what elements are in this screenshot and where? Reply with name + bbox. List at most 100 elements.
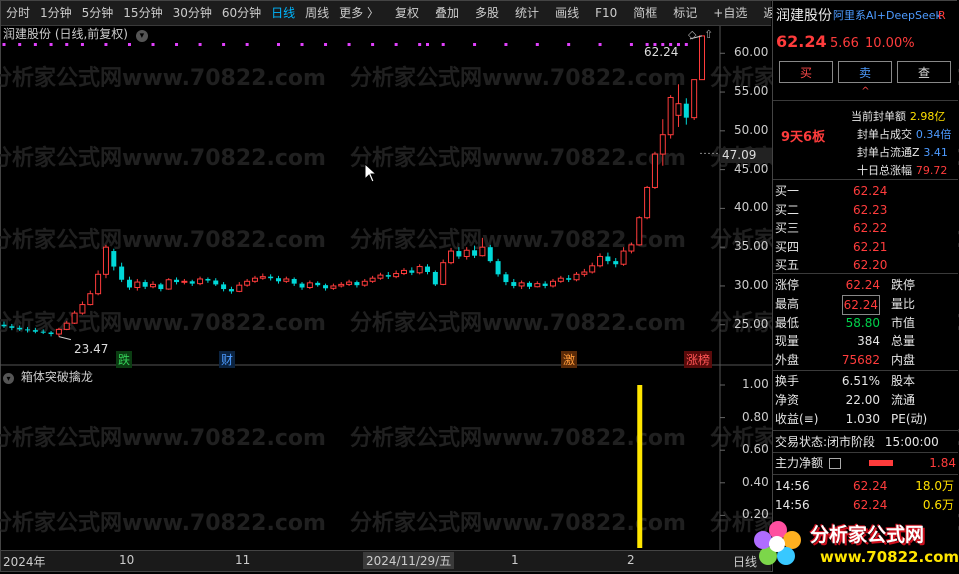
fund-label: 收益(≡): [775, 412, 819, 426]
bid-row[interactable]: 买二 62.23: [773, 201, 958, 219]
candle-body: [479, 246, 486, 257]
price-chart[interactable]: [0, 0, 772, 572]
candle-body: [150, 283, 157, 288]
tick-price: 62.24: [853, 479, 888, 493]
candle-body: [518, 282, 525, 287]
price-tick-label: 40.00: [734, 200, 769, 215]
signal-dot: [684, 43, 688, 46]
bid-price: 62.24: [853, 184, 888, 198]
main-net-value: 1.84: [929, 456, 956, 470]
candle-body: [25, 329, 31, 331]
signal-dot: [324, 43, 328, 46]
signal-dots: [2, 43, 688, 46]
quote-row: 涨停 62.24 跌停: [773, 276, 958, 294]
r-tag[interactable]: R: [938, 7, 956, 25]
bid-label: 买三: [775, 221, 800, 235]
indicator-tick-label: 0.60: [742, 442, 769, 457]
candle-body: [102, 246, 109, 275]
chevron-down-icon[interactable]: ▾: [3, 373, 14, 384]
candle-body: [251, 277, 258, 282]
candle-body: [416, 266, 423, 274]
diamond-icon[interactable]: ◇: [688, 28, 696, 41]
candle-body: [651, 153, 658, 188]
candle-body: [142, 282, 148, 287]
tick-time: 14:56: [775, 498, 810, 512]
tick-time: 14:56: [775, 479, 810, 493]
candle-body: [699, 35, 705, 81]
marker-die[interactable]: 跌: [116, 351, 133, 368]
logo-url: www.70822.com: [820, 548, 959, 566]
mouse-cursor-icon: [364, 163, 378, 183]
x-label-jan: 1: [511, 553, 519, 567]
chart-gridlines: [0, 26, 772, 550]
signal-dot: [65, 43, 69, 46]
signal-dot: [426, 43, 430, 46]
marker-zhangbang[interactable]: 涨榜: [684, 351, 713, 368]
bid-label: 买二: [775, 202, 800, 217]
bid-row[interactable]: 买三 62.22: [773, 219, 958, 237]
price-tick-label: 45.00: [734, 161, 769, 176]
candle-body: [189, 281, 195, 284]
query-button[interactable]: 查: [897, 61, 951, 83]
candle-body: [463, 249, 470, 257]
candle-body: [377, 274, 384, 279]
sort-up-icon[interactable]: ⇧: [704, 28, 713, 41]
list-icon[interactable]: [828, 458, 841, 469]
candle-body: [659, 134, 666, 155]
tick-row: 14:56 62.24 18.0万: [773, 477, 958, 495]
indicator-tick-label: 0.80: [742, 409, 769, 424]
seal-value-1: 2.98亿: [909, 110, 946, 123]
bid-row[interactable]: 买四 62.21: [773, 238, 958, 256]
price-tick-label: 35.00: [734, 239, 769, 254]
fund-value: 22.00: [845, 393, 880, 407]
price-tick-label: 60.00: [734, 45, 769, 60]
bid-row[interactable]: 买一 62.24: [773, 182, 958, 200]
low-arrow: [58, 336, 72, 341]
candle-body: [566, 278, 572, 280]
indicator-tick-label: 1.00: [742, 377, 769, 391]
price-tick-label: 30.00: [734, 277, 769, 292]
candle-body: [683, 103, 689, 118]
candle-body: [228, 289, 234, 292]
collapse-up-icon[interactable]: ^: [773, 85, 958, 99]
ai-concept-tag[interactable]: 阿里系AI+DeepSeek: [833, 7, 943, 25]
bid-row[interactable]: 买五 62.20: [773, 256, 958, 274]
sell-button[interactable]: 卖: [838, 61, 892, 83]
divider: [773, 430, 958, 431]
marker-cai[interactable]: 财: [219, 351, 236, 368]
current-price-tag: 47.09: [720, 148, 772, 163]
x-label-feb: 2: [627, 553, 635, 567]
indicator-title[interactable]: ▾ 箱体突破擒龙: [3, 368, 93, 385]
candle-body: [667, 96, 674, 136]
seal-value-4: 79.72: [915, 164, 948, 177]
candle-body: [315, 282, 321, 286]
trade-status-value: 闭市阶段: [827, 435, 876, 449]
quote-value: 384: [857, 334, 880, 349]
fund-value: 6.51%: [841, 374, 880, 388]
signal-dot: [629, 43, 633, 46]
indicator-panel: [637, 385, 643, 548]
trade-status-row: 交易状态:闭市阶段 15:00:00: [775, 433, 959, 451]
quote-label: 涨停: [775, 278, 800, 292]
marker-ji[interactable]: 激: [561, 351, 578, 368]
low-price-label: 23.47: [74, 342, 109, 356]
candle-body: [181, 280, 188, 283]
candle-body: [32, 330, 38, 332]
tick-row: 14:56 62.24 0.6万: [773, 496, 958, 514]
bid-price: 62.22: [853, 221, 888, 235]
signal-dot: [535, 43, 539, 46]
candle-body: [174, 279, 180, 283]
candle-body: [221, 284, 227, 290]
flower-logo-icon: [754, 521, 801, 565]
buy-button[interactable]: 买: [779, 61, 833, 83]
candle-body: [573, 273, 580, 281]
signal-dot: [18, 43, 22, 46]
candle-body: [299, 283, 305, 288]
signal-dot: [151, 43, 155, 46]
candle-body: [549, 280, 556, 287]
signal-dot: [371, 43, 375, 46]
candle-body: [425, 266, 431, 272]
x-label-oct: 10: [119, 553, 135, 567]
fund-label-2: 流通: [891, 393, 916, 407]
candle-body: [628, 244, 635, 252]
